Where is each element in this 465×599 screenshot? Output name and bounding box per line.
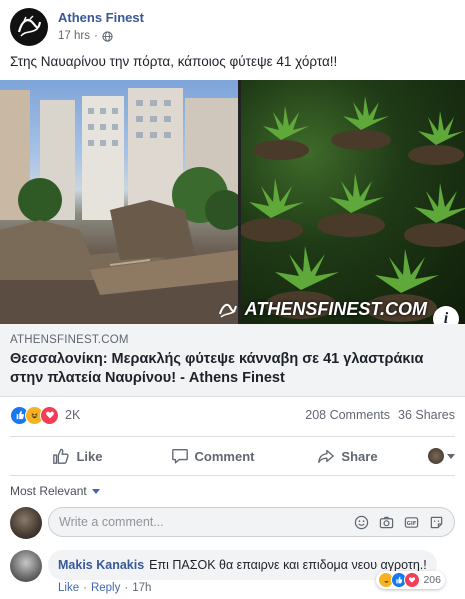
post-time[interactable]: 17 hrs [58, 30, 90, 42]
comment-like-link[interactable]: Like [58, 582, 79, 594]
post-action-bar: Like Comment Share [10, 436, 455, 476]
compose-tools: GIF [353, 514, 454, 530]
meta-separator: · [93, 30, 98, 42]
photo-square-ruins [0, 80, 238, 324]
link-caption[interactable]: ATHENSFINEST.COM Θεσσαλονίκη: Μερακλής φ… [0, 324, 465, 397]
comment-time[interactable]: 17h [132, 582, 151, 594]
chevron-down-icon [447, 453, 455, 459]
comment-reactions[interactable]: 206 [376, 571, 445, 589]
image-watermark: ATHENSFINEST.COM [217, 296, 459, 322]
page-name[interactable]: Athens Finest [58, 10, 144, 25]
athens-finest-logo-icon [11, 9, 47, 45]
comment-sort-filter[interactable]: Most Relevant [10, 484, 100, 498]
comment-input[interactable]: Write a comment... GIF [48, 507, 455, 537]
share-arrow-icon [318, 449, 335, 463]
post-text: Στης Ναυαρίνου την πόρτα, κάποιος φύτεψε… [10, 54, 338, 69]
comment-button[interactable]: Comment [145, 447, 280, 465]
comment-placeholder: Write a comment... [59, 515, 164, 529]
love-reaction-icon [404, 572, 421, 588]
page-avatar[interactable] [10, 8, 48, 46]
like-label: Like [76, 448, 103, 464]
reactions-count[interactable]: 2K [65, 408, 80, 422]
current-user-avatar [10, 507, 42, 539]
comment-reaction-count: 206 [423, 574, 441, 586]
comment-actions-dot: · [124, 582, 129, 594]
comment-bubble-icon [171, 449, 188, 464]
love-reaction-icon [40, 405, 59, 425]
share-label: Share [341, 448, 378, 464]
shares-count[interactable]: 36 Shares [398, 408, 455, 422]
watermark-logo-icon [218, 303, 237, 318]
comment-author-avatar[interactable] [10, 550, 42, 582]
comment-reply-link[interactable]: Reply [91, 582, 120, 594]
comment-author[interactable]: Makis Kanakis [58, 558, 144, 572]
globe-icon[interactable] [102, 30, 113, 42]
link-preview-image[interactable]: ATHENSFINEST.COM i [0, 80, 465, 324]
camera-icon[interactable] [378, 514, 394, 530]
post-as-selector[interactable] [415, 448, 455, 464]
link-domain: ATHENSFINEST.COM [10, 334, 129, 346]
post-meta: 17 hrs · [58, 30, 113, 42]
svg-text:GIF: GIF [406, 520, 416, 526]
comments-count[interactable]: 208 Comments [305, 408, 390, 422]
compose-comment-row: Write a comment... GIF [10, 507, 455, 539]
comment-actions-dot: · [83, 582, 87, 594]
thumbs-up-icon [53, 448, 70, 464]
photo-cannabis-pots [241, 80, 465, 324]
engagement-stats: 208 Comments 36 Shares [305, 408, 455, 422]
comment-actions: Like · Reply · 17h [58, 582, 151, 594]
comment-text: Επι ΠΑΣΟΚ θα επαιρνε και επιδομα νεου αγ… [149, 558, 427, 572]
emoji-icon[interactable] [353, 514, 369, 530]
watermark-text: ATHENSFINEST.COM [244, 298, 427, 319]
post-header: Athens Finest 17 hrs · [10, 8, 455, 50]
share-button[interactable]: Share [280, 447, 415, 465]
viewer-avatar [428, 448, 444, 464]
comment-label: Comment [194, 448, 255, 464]
link-title[interactable]: Θεσσαλονίκη: Μερακλής φύτεψε κάνναβη σε … [10, 350, 455, 388]
reactions-summary: 2K 208 Comments 36 Shares [10, 402, 455, 428]
gif-icon[interactable]: GIF [403, 514, 419, 530]
like-button[interactable]: Like [10, 447, 145, 465]
sort-chevron-icon [91, 488, 100, 494]
reaction-icons[interactable] [10, 405, 59, 425]
sticker-icon[interactable] [428, 514, 444, 530]
sort-label: Most Relevant [10, 484, 87, 498]
